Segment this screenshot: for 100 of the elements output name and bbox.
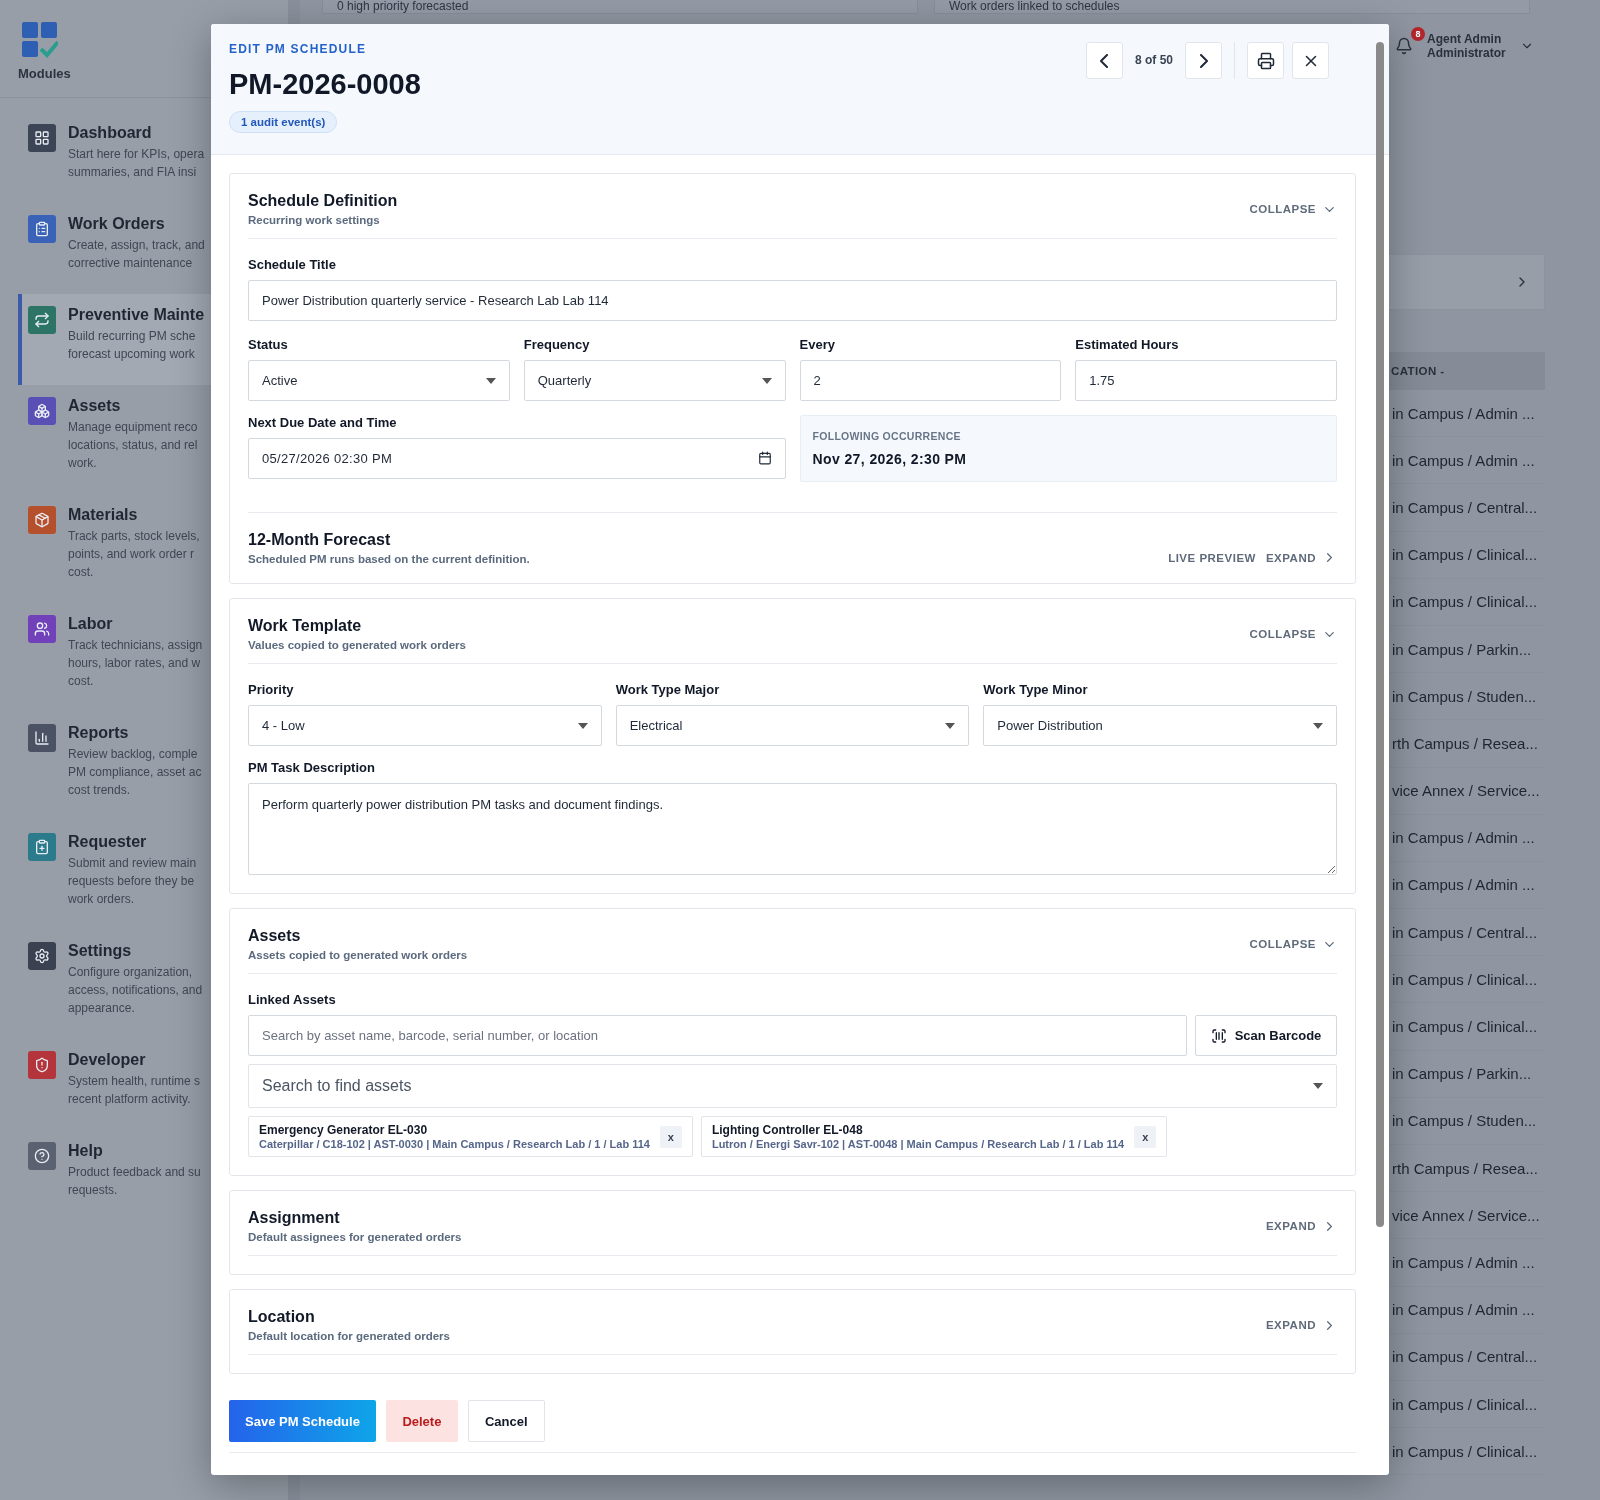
item-description: Manage equipment reco locations, status, and rel work.	[68, 419, 198, 472]
field-label: Schedule Title	[248, 257, 337, 272]
table-cell: in Campus / Admin ...	[1392, 1253, 1535, 1271]
action-button[interactable]: Cancel	[467, 1400, 545, 1442]
select-field[interactable]: Active	[248, 360, 510, 401]
action-button[interactable]: Delete	[385, 1400, 458, 1442]
item-description: Track technicians, assign hours, labor rates, and w cost.	[68, 637, 203, 690]
table-cell: rth Campus / Resea...	[1392, 1159, 1538, 1177]
dialog-eyebrow: EDIT PM SCHEDULE	[229, 42, 367, 56]
input-field[interactable]: 1.75	[1075, 360, 1337, 401]
expand-button[interactable]: EXPAND	[1265, 550, 1337, 565]
next-button[interactable]	[1185, 42, 1222, 79]
field-label: Next Due Date and Time	[248, 415, 398, 430]
table-cell: in Campus / Clinical...	[1392, 1442, 1538, 1460]
search-field[interactable]: Search by asset name, barcode, serial number, or location	[248, 1015, 1187, 1056]
asset-detail: Lutron / Energi Savr-102 | AST-0048 | Main Campus / Research Lab / 1 / Lab 114	[711, 1138, 1125, 1150]
select-field[interactable]: Power Distribution	[983, 705, 1337, 746]
chevron-left-icon	[1100, 53, 1109, 68]
field-label: Work Type Major	[615, 682, 721, 697]
field-label: Frequency	[523, 337, 591, 352]
table-cell: in Campus / Admin ...	[1392, 1301, 1535, 1319]
table-cell: in Campus / Admin ...	[1392, 876, 1535, 894]
input-field[interactable]: Power Distribution quarterly service - Research Lab Lab 114	[248, 280, 1337, 321]
table-cell: rth Campus / Resea...	[1392, 734, 1538, 752]
expand-button[interactable]: EXPAND	[1265, 1218, 1337, 1234]
field-label: Status	[248, 337, 289, 352]
remove-button[interactable]: x	[659, 1125, 682, 1148]
collapse-button[interactable]: COLLAPSE	[1249, 201, 1337, 217]
section-subtitle: Values copied to generated work orders	[248, 639, 466, 651]
barcode-icon	[1210, 1027, 1227, 1044]
info-label: FOLLOWING OCCURRENCE	[812, 430, 962, 442]
caret-icon	[945, 722, 956, 729]
item-description: Build recurring PM sche forecast upcoming work	[68, 328, 197, 363]
section-subtitle: Assets copied to generated work orders	[248, 949, 468, 961]
table-cell: in Campus / Studen...	[1392, 687, 1537, 705]
date-field[interactable]: 05/27/2026 02:30 PM	[248, 438, 786, 479]
item-description: Review backlog, comple PM compliance, asset ac cost trends.	[68, 746, 202, 799]
scan-button[interactable]: Scan Barcode	[1195, 1015, 1337, 1056]
asset-detail: Caterpillar / C18-102 | AST-0030 | Main Campus / Research Lab / 1 / Lab 114	[259, 1138, 650, 1150]
item-description: Product feedback and su requests.	[68, 1164, 201, 1199]
select-field[interactable]: Quarterly	[523, 360, 786, 401]
table-cell: in Campus / Admin ...	[1392, 451, 1535, 469]
section-title: Work Template	[248, 617, 363, 635]
previous-button[interactable]	[1086, 42, 1123, 79]
select-field[interactable]: 4 - Low	[248, 705, 602, 746]
close-button[interactable]	[1292, 42, 1329, 79]
table-cell: in Campus / Central...	[1392, 923, 1538, 941]
card-text: 0 high priority forecasted	[337, 0, 469, 12]
table-cell: vice Annex / Service...	[1392, 1206, 1540, 1224]
bell-icon[interactable]	[1395, 37, 1413, 55]
item-description: Submit and review main requests before they be work orders.	[68, 855, 197, 908]
table-cell: in Campus / Admin ...	[1392, 404, 1535, 422]
caret-icon	[761, 377, 772, 384]
input-field[interactable]: 2	[799, 360, 1062, 401]
text-area[interactable]: Perform quarterly power distribution PM tasks and document findings.	[248, 783, 1337, 875]
asset-picker[interactable]: Search to find assets	[248, 1064, 1337, 1108]
section-subtitle: Default location for generated orders	[248, 1330, 450, 1342]
collapse-button[interactable]: COLLAPSE	[1249, 936, 1337, 952]
section-title: Location	[248, 1308, 316, 1326]
section-subtitle: Default assignees for generated orders	[248, 1231, 462, 1243]
item-description: Create, assign, track, and corrective maintenance	[68, 237, 205, 272]
asset-name: Emergency Generator EL-030	[259, 1123, 429, 1137]
table-cell: in Campus / Central...	[1392, 1348, 1538, 1366]
table-cell: in Campus / Studen...	[1392, 1112, 1537, 1130]
table-cell: in Campus / Parkin...	[1392, 640, 1532, 658]
collapse-button[interactable]: COLLAPSE	[1249, 626, 1337, 642]
pager-text: 8 of 50	[1134, 52, 1174, 69]
expand-button[interactable]: EXPAND	[1265, 1317, 1337, 1333]
card-text: Work orders linked to schedules	[949, 0, 1120, 12]
field-label: PM Task Description	[248, 760, 376, 775]
section-title: Assignment	[248, 1209, 341, 1227]
item-description: System health, runtime s recent platform activity.	[68, 1073, 201, 1108]
print-button[interactable]	[1247, 42, 1284, 79]
remove-button[interactable]: x	[1134, 1125, 1157, 1148]
item-description: Start here for KPIs, opera summaries, and FIA insi	[68, 146, 205, 181]
user-menu[interactable]: Agent Admin Administrator	[1427, 32, 1506, 60]
section-title: Schedule Definition	[248, 192, 398, 210]
audit-badge[interactable]: 1 audit event(s)	[229, 111, 338, 133]
field-label: Estimated Hours	[1075, 337, 1180, 352]
table-cell: in Campus / Central...	[1392, 498, 1538, 516]
status-label: LIVE PREVIEW	[1168, 551, 1256, 564]
table-cell: in Campus / Clinical...	[1392, 1395, 1538, 1413]
caret-icon	[1313, 722, 1323, 729]
sidebar-heading: Modules	[18, 66, 72, 81]
field-label: Linked Assets	[248, 992, 337, 1007]
caret-icon	[577, 722, 588, 729]
section-title: 12-Month Forecast	[248, 531, 392, 549]
calendar-icon[interactable]	[757, 451, 772, 465]
table-cell: in Campus / Clinical...	[1392, 1018, 1538, 1036]
field-label: Work Type Minor	[983, 682, 1089, 697]
select-field[interactable]: Electrical	[615, 705, 970, 746]
info-value: Nov 27, 2026, 2:30 PM	[812, 451, 968, 467]
table-cell: in Campus / Clinical...	[1392, 546, 1538, 564]
caret-icon	[485, 377, 496, 384]
table-cell: vice Annex / Service...	[1392, 782, 1540, 800]
logo-icon	[22, 22, 58, 58]
section-subtitle: Recurring work settings	[248, 214, 381, 226]
section-title: Assets	[248, 927, 302, 945]
action-button[interactable]: Save PM Schedule	[229, 1400, 376, 1442]
table-cell: in Campus / Clinical...	[1392, 970, 1538, 988]
